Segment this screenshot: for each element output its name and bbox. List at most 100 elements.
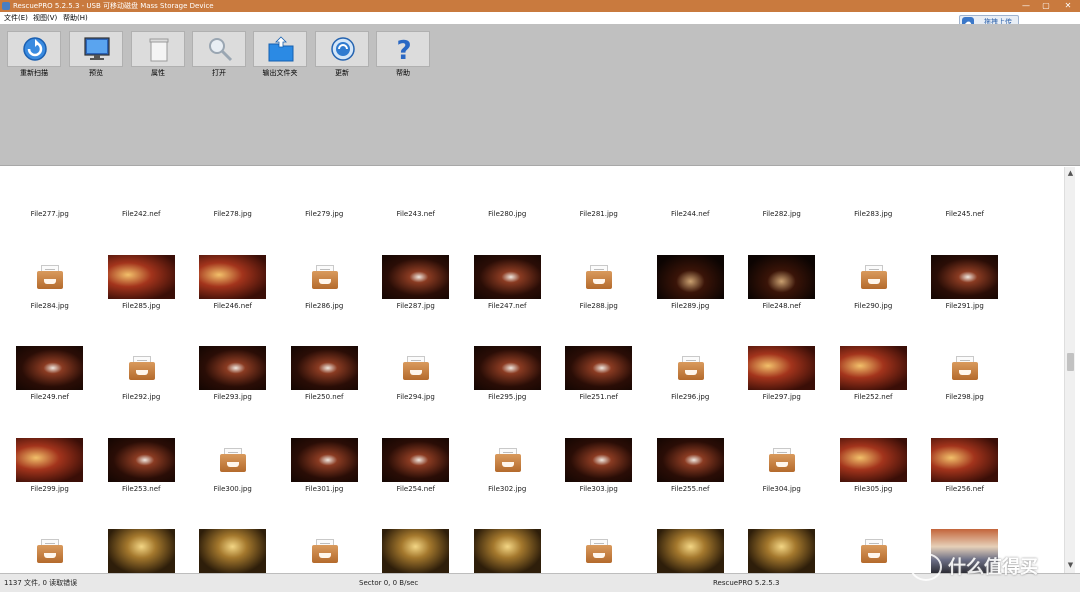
vertical-scrollbar[interactable]: ▲ ▼ — [1064, 167, 1075, 573]
file-item[interactable]: File297.jpg — [736, 306, 828, 401]
menu-help[interactable]: 帮助(H) — [63, 14, 88, 23]
file-thumbnail — [931, 437, 998, 482]
file-item[interactable]: File292.jpg — [96, 306, 188, 401]
file-thumbnail — [16, 346, 83, 390]
file-item[interactable]: File259.nef — [736, 489, 828, 573]
file-placeholder-icon — [860, 264, 887, 289]
file-item[interactable]: File301.jpg — [279, 398, 371, 493]
file-thumbnail — [565, 437, 632, 482]
file-item[interactable]: File256.nef — [919, 398, 1011, 493]
file-item[interactable]: File278.jpg — [187, 167, 279, 218]
help-button[interactable]: ? — [376, 31, 430, 67]
file-item[interactable]: File302.jpg — [462, 398, 554, 493]
file-item[interactable]: File289.jpg — [645, 215, 737, 310]
file-item[interactable]: File306.jpg — [4, 489, 96, 573]
refresh-icon — [23, 37, 47, 61]
output-folder-button[interactable] — [253, 31, 307, 67]
file-grid[interactable]: File277.jpg File242.nef File278.jpg File279… — [4, 167, 1064, 573]
file-item[interactable]: File282.jpg — [736, 167, 828, 218]
file-item[interactable]: File250.nef — [279, 306, 371, 401]
file-item[interactable]: File286.jpg — [279, 215, 371, 310]
file-item[interactable]: File294.jpg — [370, 306, 462, 401]
file-thumbnail — [748, 346, 815, 390]
file-thumbnail — [199, 254, 266, 299]
file-item[interactable]: File293.jpg — [187, 306, 279, 401]
file-item[interactable]: File248.nef — [736, 215, 828, 310]
file-item[interactable]: File311.jpg — [645, 489, 737, 573]
status-version: RescuePRO 5.2.5.3 — [713, 579, 780, 587]
file-placeholder-icon — [128, 356, 155, 380]
file-item[interactable]: File291.jpg — [919, 215, 1011, 310]
monitor-icon — [84, 37, 110, 60]
file-item[interactable]: File242.nef — [96, 167, 188, 218]
file-item[interactable]: File251.nef — [553, 306, 645, 401]
menu-file[interactable]: 文件(E) — [4, 14, 28, 23]
status-sector: Sector 0, 0 B/sec — [359, 579, 419, 587]
file-item[interactable]: File309.jpg — [370, 489, 462, 573]
file-item[interactable]: File247.nef — [462, 215, 554, 310]
file-item[interactable]: File279.jpg — [279, 167, 371, 218]
file-thumbnail — [382, 529, 449, 573]
file-item[interactable]: File249.nef — [4, 306, 96, 401]
file-item[interactable]: File299.jpg — [4, 398, 96, 493]
magnifier-icon — [209, 38, 233, 62]
file-item[interactable]: File253.nef — [96, 398, 188, 493]
file-placeholder-icon — [311, 539, 338, 563]
help-icon: ? — [396, 36, 411, 63]
maximize-button[interactable]: ▢ — [1036, 0, 1056, 12]
minimize-button[interactable]: — — [1016, 0, 1036, 12]
file-item[interactable]: File312.jpg — [828, 489, 920, 573]
trash-icon — [149, 38, 169, 62]
file-item[interactable]: File288.jpg — [553, 215, 645, 310]
preview-button[interactable] — [69, 31, 123, 67]
file-item[interactable]: File255.nef — [645, 398, 737, 493]
preview-label: 预览 — [89, 69, 103, 77]
file-item[interactable]: File244.nef — [645, 167, 737, 218]
file-item[interactable]: File304.jpg — [736, 398, 828, 493]
file-item[interactable]: File308.jpg — [279, 489, 371, 573]
open-button[interactable] — [192, 31, 246, 67]
file-item[interactable]: File245.nef — [919, 167, 1011, 218]
file-item[interactable]: File283.jpg — [828, 167, 920, 218]
file-item[interactable]: File252.nef — [828, 306, 920, 401]
file-placeholder-icon — [860, 539, 887, 563]
file-item[interactable]: File280.jpg — [462, 167, 554, 218]
file-thumbnail — [382, 254, 449, 299]
file-item[interactable]: File284.jpg — [4, 215, 96, 310]
update-button[interactable] — [315, 31, 369, 67]
file-item[interactable]: File307.jpg — [96, 489, 188, 573]
properties-button[interactable] — [131, 31, 185, 67]
rescan-button[interactable] — [7, 31, 61, 67]
file-item[interactable]: File246.nef — [187, 215, 279, 310]
window-title: RescuePRO 5.2.5.3 - USB 可移动磁盘 Mass Stora… — [13, 2, 214, 10]
file-item[interactable]: File287.jpg — [370, 215, 462, 310]
scroll-up-arrow-icon[interactable]: ▲ — [1066, 169, 1075, 178]
file-item[interactable]: File295.jpg — [462, 306, 554, 401]
file-thumbnail — [839, 437, 907, 482]
file-item[interactable]: File257.nef — [187, 489, 279, 573]
file-thumbnail — [382, 437, 449, 482]
file-item[interactable]: File254.nef — [370, 398, 462, 493]
file-placeholder-icon — [952, 356, 978, 380]
menu-view[interactable]: 视图(V) — [33, 14, 57, 23]
file-item[interactable]: File310.jpg — [553, 489, 645, 573]
file-thumbnail — [199, 529, 266, 573]
file-item[interactable]: File303.jpg — [553, 398, 645, 493]
file-item[interactable]: File243.nef — [370, 167, 462, 218]
file-item[interactable]: File296.jpg — [645, 306, 737, 401]
file-item[interactable]: File285.jpg — [96, 215, 188, 310]
scroll-thumb[interactable] — [1067, 353, 1074, 371]
file-thumbnail — [839, 346, 907, 390]
file-thumbnail — [473, 254, 541, 299]
file-item[interactable]: File258.nef — [462, 489, 554, 573]
file-item[interactable]: File305.jpg — [828, 398, 920, 493]
file-placeholder-icon — [586, 264, 612, 289]
file-item[interactable]: File281.jpg — [553, 167, 645, 218]
file-item[interactable]: File298.jpg — [919, 306, 1011, 401]
close-button[interactable]: ✕ — [1058, 0, 1078, 12]
watermark-logo-icon — [910, 553, 942, 581]
file-item[interactable]: File277.jpg — [4, 167, 96, 218]
file-item[interactable]: File290.jpg — [828, 215, 920, 310]
file-item[interactable]: File300.jpg — [187, 398, 279, 493]
file-thumbnail — [199, 346, 266, 390]
